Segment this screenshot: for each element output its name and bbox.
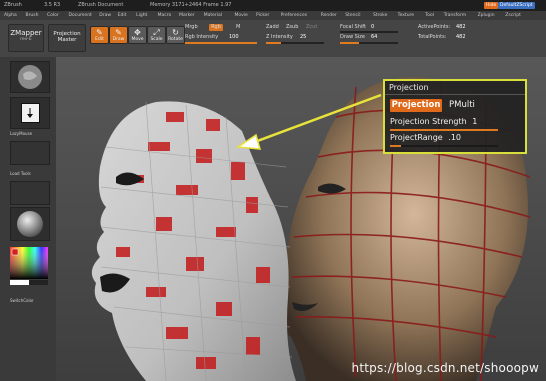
edit-mode-button[interactable]: ✎ Edit <box>90 26 109 44</box>
z-intensity-value: 25 <box>300 34 307 40</box>
zcut-button[interactable]: Zcut <box>306 24 317 30</box>
menu-item-picker[interactable]: Picker <box>256 11 269 20</box>
rotate-mode-button[interactable]: ↻ Rotate <box>166 26 185 44</box>
scale-mode-button[interactable]: ⤢ Scale <box>147 26 166 44</box>
draw-mode-button[interactable]: ✎ Draw <box>109 26 128 44</box>
menu-item-edit[interactable]: Edit <box>118 11 127 20</box>
dot-stroke-icon <box>27 108 33 118</box>
brush-sphere-icon <box>18 65 42 89</box>
total-points-label: TotalPoints: <box>418 34 447 40</box>
projection-button[interactable]: Projection <box>390 99 442 112</box>
draw-size-fill <box>340 42 359 44</box>
project-range-value: .10 <box>448 133 462 142</box>
color-picker[interactable] <box>10 247 48 285</box>
mrgb-button[interactable]: Mrgb <box>185 24 198 30</box>
app-version: 3.5 R3 <box>44 2 61 8</box>
menu-item-zscript[interactable]: Zscript <box>505 11 521 20</box>
menu-item-light[interactable]: Light <box>136 11 147 20</box>
hide-button[interactable]: Hide <box>484 2 499 9</box>
move-mode-button[interactable]: ✥ Move <box>128 26 147 44</box>
m-button[interactable]: M <box>236 24 240 30</box>
menu-item-transform[interactable]: Transform <box>444 11 466 20</box>
rotate-icon: ↻ <box>172 28 179 37</box>
sliced-head <box>91 101 296 381</box>
material-thumbnail[interactable] <box>10 207 50 241</box>
draw-icon: ✎ <box>115 28 122 37</box>
menu-item-render[interactable]: Render <box>321 11 337 20</box>
menu-item-stroke[interactable]: Stroke <box>373 11 387 20</box>
project-range-track[interactable] <box>390 145 498 147</box>
menu-item-marker[interactable]: Marker <box>179 11 195 20</box>
project-range-fill <box>390 145 401 147</box>
draw-size-label: Draw Size <box>340 34 365 40</box>
material-sphere-icon <box>17 211 43 237</box>
left-tray: LazyMouse Load Tools SwitchColor <box>0 57 56 381</box>
menu-item-macro[interactable]: Macro <box>158 11 172 20</box>
stroke-thumbnail[interactable] <box>10 97 50 129</box>
color-picker-icon <box>10 247 48 285</box>
menu-item-stencil[interactable]: Stencil <box>345 11 360 20</box>
projection-master-line2: Master <box>57 37 77 43</box>
load-tools-label[interactable]: Load Tools <box>10 171 50 176</box>
zsub-button[interactable]: Zsub <box>286 24 298 30</box>
edit-icon: ✎ <box>96 28 103 37</box>
zmapper-button[interactable]: ZMapper rev-E <box>8 24 44 52</box>
texture-thumbnail[interactable] <box>10 181 50 205</box>
menu-item-zplugin[interactable]: Zplugin <box>478 11 495 20</box>
move-icon: ✥ <box>134 28 141 37</box>
alpha-thumbnail[interactable] <box>10 141 50 165</box>
menu-item-preferences[interactable]: Preferences <box>281 11 307 20</box>
scale-icon: ⤢ <box>153 28 160 37</box>
menu-item-document[interactable]: Document <box>69 11 92 20</box>
menu-item-brush[interactable]: Brush <box>26 11 39 20</box>
draw-size-value: 64 <box>371 34 378 40</box>
menu-item-draw[interactable]: Draw <box>99 11 111 20</box>
z-intensity-label: Z Intensity <box>266 34 293 40</box>
title-bar: ZBrush 3.5 R3 ZBrush Document Memory 317… <box>0 0 546 11</box>
app-title: ZBrush <box>4 2 22 8</box>
focal-shift-value: 0 <box>371 24 375 30</box>
projection-strength-fill <box>390 129 498 131</box>
projection-panel-header: Projection <box>389 83 429 92</box>
rgb-button[interactable]: Rgb <box>209 24 223 31</box>
active-points-label: ActivePoints: <box>418 24 451 30</box>
default-zscript-button[interactable]: DefaultZScript <box>498 2 535 9</box>
focal-shift-slider[interactable] <box>340 31 398 33</box>
brush-thumbnail[interactable] <box>10 61 50 93</box>
menu-bar: Alpha Brush Color Document Draw Edit Light Macr… <box>0 11 546 20</box>
projection-strength-label: Projection Strength <box>390 117 467 126</box>
focal-shift-label: Focal Shift <box>340 24 366 30</box>
memory-readout: Memory 3171+2464 Frame 1.97 <box>150 2 232 8</box>
zmapper-sub: rev-E <box>20 37 32 42</box>
pmulti-button[interactable]: PMulti <box>449 99 475 112</box>
watermark-url: https://blog.csdn.net/shooopw <box>351 361 539 375</box>
switchcolor-label[interactable]: SwitchColor <box>10 298 50 303</box>
total-points-value: 482 <box>456 34 466 40</box>
lazymouse-label[interactable]: LazyMouse <box>10 131 50 136</box>
menu-item-texture[interactable]: Texture <box>398 11 414 20</box>
zmapper-title: ZMapper <box>10 29 42 37</box>
projection-strength-value: 1 <box>472 117 478 126</box>
rgb-intensity-label: Rgb Intensity <box>185 34 219 40</box>
panel-divider <box>385 94 525 95</box>
menu-item-material[interactable]: Material <box>204 11 222 20</box>
document-title: ZBrush Document <box>78 2 124 8</box>
rgb-intensity-fill <box>185 42 257 44</box>
menu-item-alpha[interactable]: Alpha <box>4 11 17 20</box>
top-toolbar: ZMapper rev-E Projection Master ✎ Edit ✎ Dr… <box>0 20 546 58</box>
active-points-value: 482 <box>456 24 466 30</box>
menu-item-tool[interactable]: Tool <box>425 11 434 20</box>
rgb-intensity-value: 100 <box>229 34 239 40</box>
projection-panel: Projection Projection PMulti Projection … <box>383 79 527 154</box>
z-intensity-fill <box>266 42 281 44</box>
menu-item-movie[interactable]: Movie <box>235 11 248 20</box>
project-range-slider[interactable]: ProjectRange .10 <box>390 133 461 142</box>
menu-item-color[interactable]: Color <box>47 11 59 20</box>
zadd-button[interactable]: Zadd <box>266 24 279 30</box>
projection-strength-slider[interactable]: Projection Strength 1 <box>390 117 477 126</box>
projection-master-button[interactable]: Projection Master <box>48 24 86 52</box>
project-range-label: ProjectRange <box>390 133 443 142</box>
